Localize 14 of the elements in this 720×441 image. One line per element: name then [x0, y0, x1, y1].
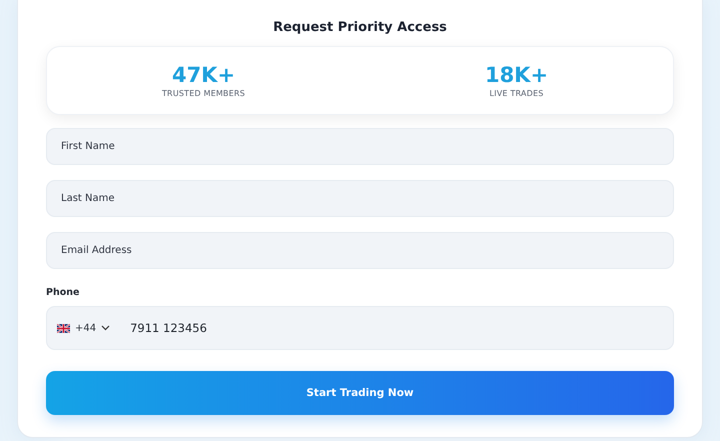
text-field[interactable]: Last Name	[46, 180, 674, 217]
start-trading-button[interactable]: Start Trading Now	[46, 371, 674, 415]
stat-value: 47K+	[172, 63, 236, 87]
phone-field[interactable]: +44 7911 123456	[46, 306, 674, 350]
text-field[interactable]: First Name	[46, 128, 674, 165]
stat-value: 18K+	[484, 63, 548, 87]
flag-icon	[57, 324, 70, 332]
stat-label: TRUSTED MEMBERS	[162, 89, 246, 98]
text-field[interactable]: Email Address	[46, 232, 674, 269]
chevron-down-icon	[101, 325, 110, 331]
country-code-dropdown[interactable]: +44	[57, 322, 110, 334]
stat-label: LIVE TRADES	[490, 89, 544, 98]
form-title: Request Priority Access	[273, 20, 447, 35]
field-label: Phone	[46, 287, 80, 298]
